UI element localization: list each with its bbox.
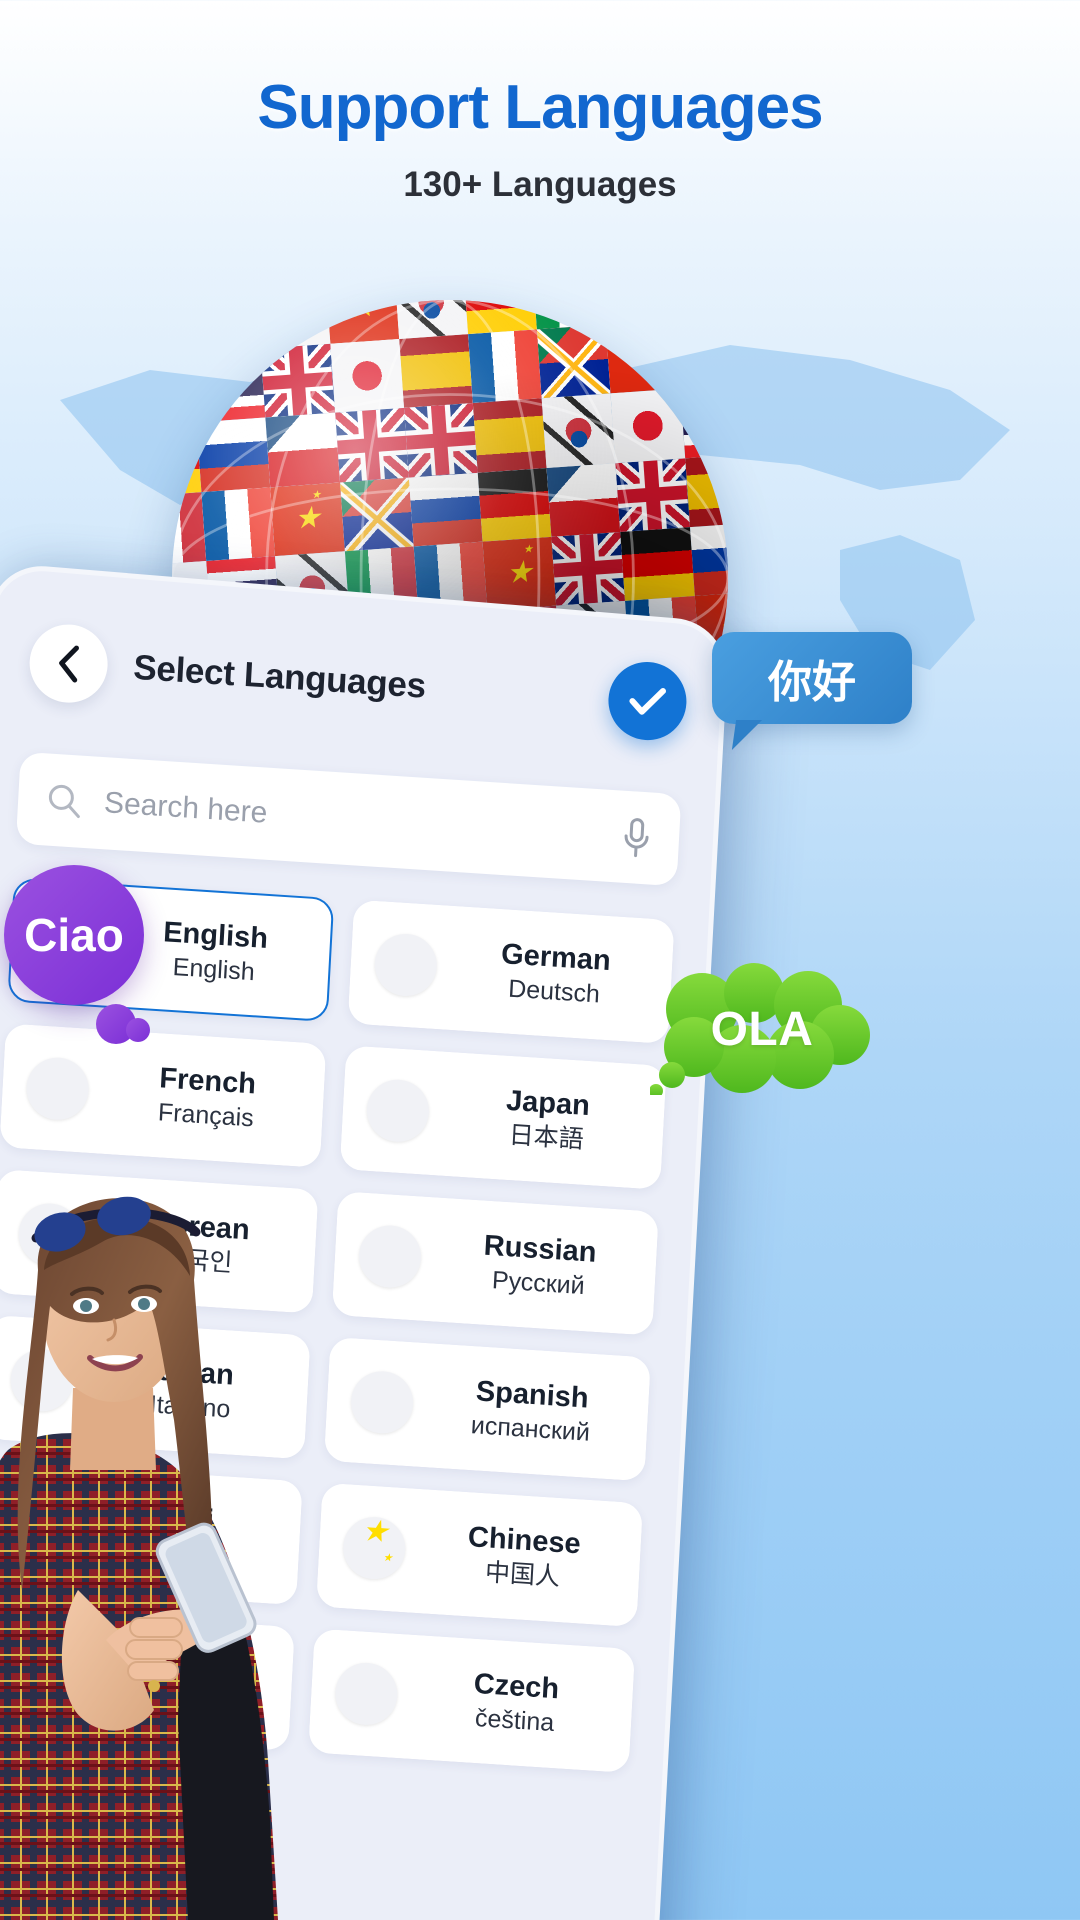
flag-spain-icon (349, 1369, 415, 1436)
flag-czech-icon (333, 1660, 399, 1727)
globe-flag-tile (265, 412, 340, 487)
globe-flag-tile (610, 388, 685, 463)
speech-bubble-ciao: Ciao (4, 865, 144, 1005)
phone-title: Select Languages (132, 647, 427, 706)
language-name: German (500, 938, 612, 978)
language-name: Russian (482, 1229, 598, 1269)
globe-flag-tile (393, 300, 468, 339)
globe-flag-tile (334, 407, 409, 482)
hero-section: Support Languages 130+ Languages (0, 0, 1080, 205)
language-labels: Spanish испанский (431, 1373, 631, 1451)
globe-flag-tile (536, 324, 611, 399)
flag-france-icon (24, 1055, 91, 1122)
globe-flag-tile (551, 531, 625, 606)
globe-flag-tile (255, 300, 330, 349)
language-card-japan[interactable]: Japan 日本語 (339, 1045, 667, 1190)
globe-flag-tile (260, 343, 335, 418)
language-native-name: испанский (470, 1410, 591, 1447)
globe-flag-tile (679, 383, 728, 458)
language-labels: English English (115, 913, 315, 991)
globe-flag-tile (467, 329, 542, 404)
speech-bubble-ciao-text: Ciao (24, 909, 124, 961)
language-name: Chinese (467, 1521, 582, 1561)
globe-flag-tile (191, 348, 266, 423)
page-title: Support Languages (257, 73, 823, 142)
globe-flag-tile (186, 300, 261, 354)
globe-flag-tile (541, 393, 616, 468)
globe-flag-tile (472, 398, 547, 473)
language-labels: German Deutsch (455, 935, 655, 1013)
globe-flag-tile (339, 476, 414, 551)
globe-flag-tile: ★★ (482, 536, 556, 611)
back-button[interactable] (27, 622, 110, 706)
globe-flag-tile (674, 314, 728, 389)
language-name: Japan (505, 1084, 591, 1123)
globe-flag-tile (546, 462, 621, 537)
globe-flag-tile: ★★ (270, 481, 345, 556)
language-name: Czech (472, 1667, 560, 1706)
language-card-chinese[interactable]: ★ ★ Chinese 中国人 (315, 1482, 644, 1628)
language-native-name: 中国人 (484, 1557, 561, 1591)
globe-flag-tile (329, 338, 404, 413)
language-card-spanish[interactable]: Spanish испанский (323, 1336, 651, 1482)
globe-flag-tile (398, 334, 473, 408)
language-labels: Czech čeština (415, 1664, 615, 1742)
confirm-button[interactable] (606, 659, 689, 743)
language-name: Spanish (475, 1375, 590, 1415)
flag-china-icon: ★ ★ (341, 1515, 407, 1582)
globe-flag-tile (620, 526, 694, 601)
language-card-russian[interactable]: Russian Русский (331, 1191, 659, 1336)
speech-bubble-ola: OLA (650, 963, 874, 1095)
language-native-name: Русский (491, 1265, 586, 1300)
search-input[interactable]: Search here (15, 751, 682, 887)
language-card-czech[interactable]: Czech čeština (308, 1628, 636, 1773)
globe-flag-tile (462, 300, 537, 335)
globe-flag-tile (201, 486, 276, 561)
language-labels: Chinese 中国人 (423, 1519, 623, 1597)
globe-flag-tile (689, 521, 728, 596)
globe-flag-tile: ★★ (605, 319, 680, 394)
globe-flag-tile (684, 452, 728, 527)
search-placeholder: Search here (103, 786, 269, 830)
page-subtitle: 130+ Languages (403, 165, 677, 204)
speech-bubble-ola-text: OLA (710, 1002, 814, 1056)
woman-with-phone-photo (0, 1196, 278, 1920)
language-name: English (162, 916, 269, 956)
search-icon (48, 784, 80, 819)
language-name: French (158, 1062, 257, 1101)
language-native-name: čeština (474, 1703, 555, 1737)
globe-flag-tile (196, 417, 271, 492)
language-native-name: Deutsch (507, 974, 601, 1009)
globe-flag-tile (408, 472, 483, 546)
language-labels: Russian Русский (439, 1227, 639, 1305)
flag-russia-icon (357, 1223, 423, 1290)
ciao-bubble-dot-small (126, 1018, 150, 1042)
chevron-left-icon (59, 645, 79, 683)
globe-flag-tile (477, 467, 552, 542)
globe-flag-tile: ★★ (324, 300, 399, 344)
language-card-german[interactable]: German Deutsch (347, 899, 675, 1045)
globe-flag-tile (172, 491, 207, 566)
language-labels: Japan 日本語 (447, 1081, 647, 1159)
flag-japan-icon (365, 1077, 431, 1144)
check-icon (629, 688, 667, 715)
globe-flag-tile (403, 403, 478, 477)
microphone-icon[interactable] (620, 815, 652, 861)
language-native-name: 日本語 (508, 1120, 585, 1154)
flag-germany-icon (373, 932, 439, 998)
speech-bubble-nihao: 你好 (712, 632, 912, 724)
language-native-name: English (172, 952, 256, 986)
speech-bubble-nihao-text: 你好 (768, 658, 856, 707)
globe-flag-tile (615, 457, 690, 532)
